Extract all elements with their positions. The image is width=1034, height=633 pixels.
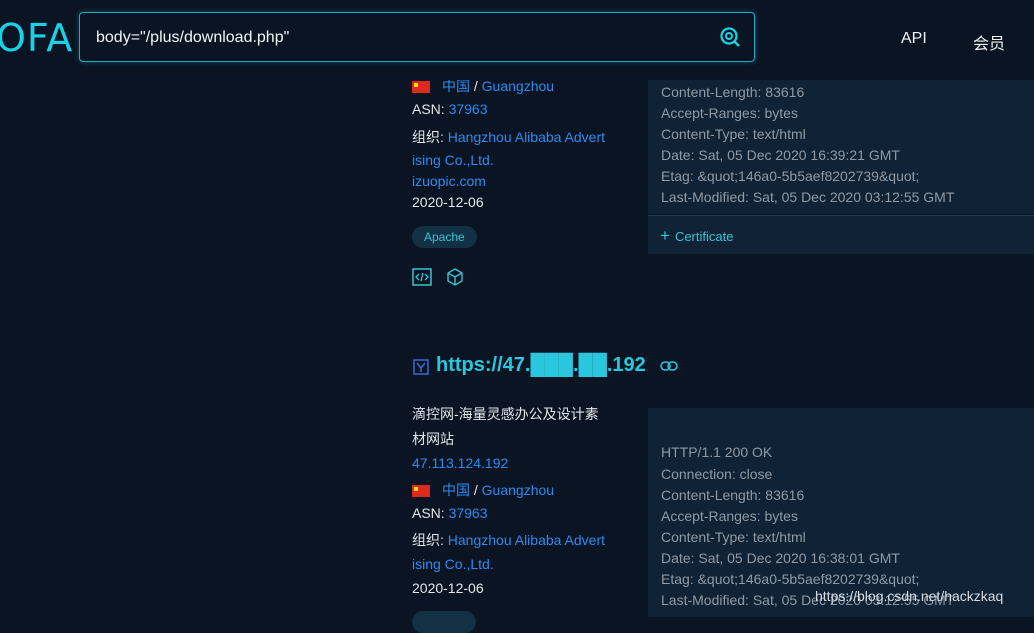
china-flag-icon: [412, 485, 430, 498]
org-link[interactable]: Hangzhou Alibaba Advert: [448, 129, 605, 145]
org-link[interactable]: Hangzhou Alibaba Advert: [448, 532, 605, 548]
search-box: [79, 12, 755, 62]
search-input[interactable]: [94, 25, 698, 51]
watermark: https://blog.csdn.net/hackzkaq: [815, 588, 1004, 604]
code-icon[interactable]: [412, 268, 432, 286]
site-title: 滴控网-海量灵感办公及设计素: [412, 406, 599, 422]
asn-link[interactable]: 37963: [449, 101, 488, 117]
date: 2020-12-06: [412, 580, 484, 596]
result-url-link[interactable]: https://47.███.██.192: [436, 354, 646, 377]
apache-tag[interactable]: Apache: [412, 226, 477, 248]
org-link-cont[interactable]: ising Co.,Ltd.: [412, 556, 494, 572]
asn-link[interactable]: 37963: [449, 505, 488, 521]
location-city-link[interactable]: Guangzhou: [482, 482, 554, 498]
cube-icon[interactable]: [446, 268, 464, 286]
date: 2020-12-06: [412, 194, 484, 210]
location-row: 中国 / Guangzhou: [412, 480, 554, 500]
plus-icon: +: [660, 226, 670, 245]
link-icon[interactable]: [660, 361, 678, 371]
location-country-link[interactable]: 中国: [442, 482, 470, 498]
tag-partial[interactable]: [412, 611, 476, 633]
org-link-cont[interactable]: ising Co.,Ltd.: [412, 152, 494, 168]
ip-link[interactable]: 47.113.124.192: [412, 455, 508, 471]
china-flag-icon: [412, 81, 430, 94]
search-icon[interactable]: [718, 25, 742, 49]
location-country-link[interactable]: 中国: [442, 78, 470, 94]
top-bar: OFA API 会员: [0, 0, 1034, 80]
certificate-toggle[interactable]: + Certificate: [660, 226, 733, 246]
logo[interactable]: OFA: [0, 16, 73, 60]
site-title-cont: 材网站: [412, 431, 454, 447]
location-city-link[interactable]: Guangzhou: [482, 78, 554, 94]
site-favicon-icon: [413, 359, 429, 375]
domain-link[interactable]: izuopic.com: [412, 173, 486, 189]
nav-membership[interactable]: 会员: [973, 30, 1005, 54]
nav-api[interactable]: API: [901, 30, 927, 48]
